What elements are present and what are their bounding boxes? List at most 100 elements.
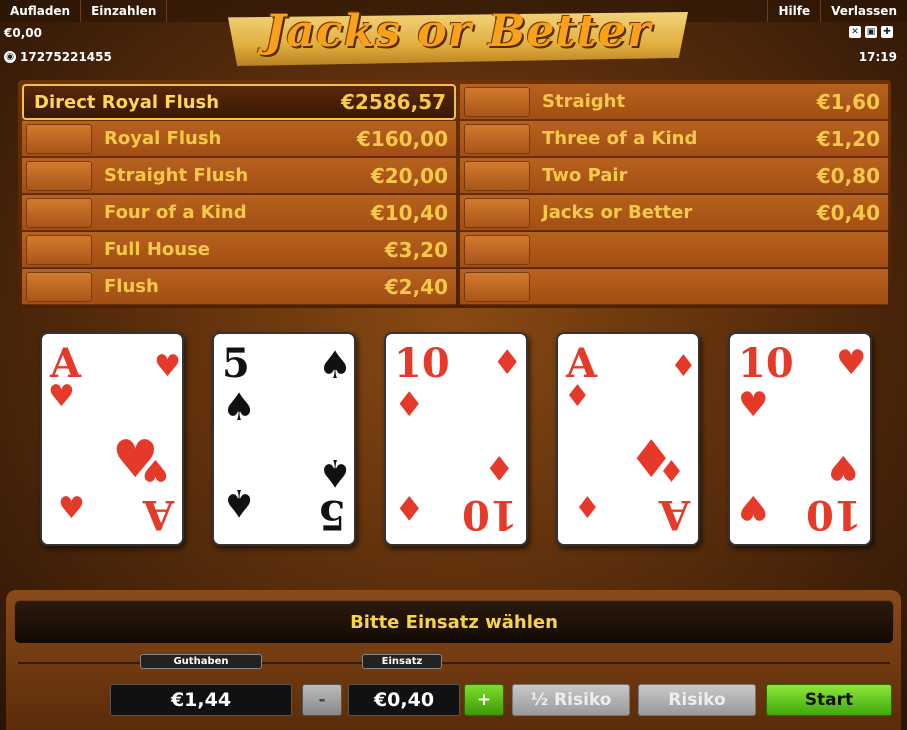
paytable-payout: €3,20 — [384, 237, 448, 262]
paytable-payout: €10,40 — [370, 200, 448, 225]
paytable: Direct Royal Flush €2586,57 Royal Flush €16… — [18, 80, 891, 308]
paytable-payout: €20,00 — [370, 163, 448, 188]
paytable-hand-name: Full House — [104, 239, 210, 260]
hilfe-button[interactable]: Hilfe — [767, 0, 820, 22]
paytable-row: Direct Royal Flush €2586,57 — [22, 84, 456, 120]
playing-card[interactable]: A A ♦ ♦ ♦ ♦ ♦ — [556, 332, 700, 546]
paytable-indicator — [464, 86, 530, 117]
hearts-suit-icon: ♥ — [48, 379, 75, 414]
paytable-row: Jacks or Better €0,40 — [460, 195, 888, 231]
paytable-hand-name: Flush — [104, 276, 159, 297]
paytable-row: Flush €2,40 — [22, 269, 456, 305]
diamonds-suit-icon: ♦ — [394, 487, 425, 527]
verlassen-button[interactable]: Verlassen — [820, 0, 907, 22]
card-rank: 10 — [738, 340, 794, 387]
paytable-indicator — [26, 234, 92, 265]
screen-icon[interactable]: ▣ — [865, 26, 877, 38]
aufladen-button[interactable]: Aufladen — [0, 0, 82, 22]
paytable-row: Straight Flush €20,00 — [22, 158, 456, 194]
playing-card[interactable]: 5 5 ♠ ♠ ♠ ♠ — [212, 332, 356, 546]
card-rank: 10 — [394, 340, 450, 387]
diamonds-suit-icon: ♦ — [670, 349, 697, 384]
paytable-right-column: Straight €1,60 Three of a Kind €1,20 Two Pai… — [460, 84, 888, 306]
hearts-suit-icon: ♥ — [738, 385, 769, 425]
paytable-row: Royal Flush €160,00 — [22, 121, 456, 157]
card-rank-inverted: 10 — [806, 491, 862, 538]
balance-readout: €0,00 — [4, 26, 42, 40]
hearts-suit-icon: ♥ — [142, 452, 169, 487]
paytable-hand-name: Royal Flush — [104, 128, 222, 149]
card-rank-inverted: A — [142, 491, 174, 538]
card-rank-inverted: 10 — [462, 491, 518, 538]
session-icon: ◉ — [4, 51, 16, 63]
paytable-payout: €0,40 — [816, 200, 880, 225]
spades-suit-icon: ♠ — [318, 343, 353, 387]
paytable-row: Two Pair €0,80 — [460, 158, 888, 194]
hearts-suit-icon: ♥ — [58, 491, 85, 526]
paytable-hand-name: Two Pair — [542, 165, 628, 186]
settings-icons: ✕ ▣ ✚ — [849, 26, 893, 38]
paytable-payout: €160,00 — [356, 126, 448, 151]
paytable-row: Full House €3,20 — [22, 232, 456, 268]
paytable-hand-name: Direct Royal Flush — [34, 91, 220, 113]
paytable-row — [460, 269, 888, 305]
hearts-suit-icon: ♥ — [836, 343, 867, 383]
card-rank: A — [566, 340, 598, 387]
paytable-payout: €2586,57 — [340, 90, 446, 114]
session-id: 17275221455 — [20, 50, 112, 64]
paytable-payout: €1,20 — [816, 126, 880, 151]
playing-card[interactable]: A A ♥ ♥ ♥ ♥ ♥ — [40, 332, 184, 546]
status-message: Bitte Einsatz wählen — [14, 600, 894, 644]
diamonds-suit-icon: ♦ — [574, 491, 601, 526]
paytable-row — [460, 232, 888, 268]
risk-button[interactable]: Risiko — [638, 684, 756, 716]
half-risk-button[interactable]: ½ Risiko — [512, 684, 630, 716]
spades-suit-icon: ♠ — [222, 481, 257, 525]
increase-bet-button[interactable]: + — [464, 684, 504, 716]
hearts-suit-icon: ♥ — [738, 487, 769, 527]
card-rank: 5 — [222, 340, 250, 387]
paytable-indicator — [26, 197, 92, 228]
einzahlen-button[interactable]: Einzahlen — [81, 0, 168, 22]
sound-off-icon[interactable]: ✕ — [849, 26, 861, 38]
card-rank-inverted: A — [658, 491, 690, 538]
hearts-suit-icon: ♥ — [828, 447, 859, 487]
game-logo: Jacks or Better — [264, 6, 652, 57]
diamonds-suit-icon: ♦ — [492, 343, 523, 383]
paytable-hand-name: Four of a Kind — [104, 202, 247, 223]
card-rank-inverted: 5 — [318, 491, 346, 538]
paytable-row: Three of a Kind €1,20 — [460, 121, 888, 157]
guthaben-label: Guthaben — [140, 654, 262, 669]
paytable-indicator — [464, 234, 530, 265]
playing-card[interactable]: 10 10 ♦ ♦ ♦ ♦ — [384, 332, 528, 546]
playing-card[interactable]: 10 10 ♥ ♥ ♥ ♥ — [728, 332, 872, 546]
paytable-indicator — [26, 123, 92, 154]
fullscreen-icon[interactable]: ✚ — [881, 26, 893, 38]
paytable-indicator — [464, 197, 530, 228]
diamonds-suit-icon: ♦ — [484, 447, 515, 487]
paytable-hand-name: Three of a Kind — [542, 128, 698, 149]
hearts-suit-icon: ♥ — [154, 349, 181, 384]
diamonds-suit-icon: ♦ — [394, 385, 425, 425]
paytable-indicator — [26, 160, 92, 191]
paytable-indicator — [464, 160, 530, 191]
paytable-payout: €1,60 — [816, 89, 880, 114]
diamonds-suit-icon: ♦ — [564, 379, 591, 414]
spades-suit-icon: ♠ — [318, 451, 353, 495]
paytable-hand-name: Jacks or Better — [542, 202, 693, 223]
card-rank: A — [50, 340, 82, 387]
session-row: ◉ 17275221455 — [4, 50, 112, 64]
clock: 17:19 — [858, 50, 897, 64]
paytable-indicator — [26, 271, 92, 302]
paytable-row: Four of a Kind €10,40 — [22, 195, 456, 231]
paytable-row: Straight €1,60 — [460, 84, 888, 120]
paytable-left-column: Direct Royal Flush €2586,57 Royal Flush €16… — [22, 84, 456, 306]
start-button[interactable]: Start — [766, 684, 892, 716]
paytable-hand-name: Straight — [542, 91, 626, 112]
guthaben-value: €1,44 — [110, 684, 292, 716]
paytable-hand-name: Straight Flush — [104, 165, 249, 186]
paytable-payout: €0,80 — [816, 163, 880, 188]
paytable-indicator — [464, 271, 530, 302]
decrease-bet-button[interactable]: - — [302, 684, 342, 716]
einsatz-label: Einsatz — [362, 654, 442, 669]
